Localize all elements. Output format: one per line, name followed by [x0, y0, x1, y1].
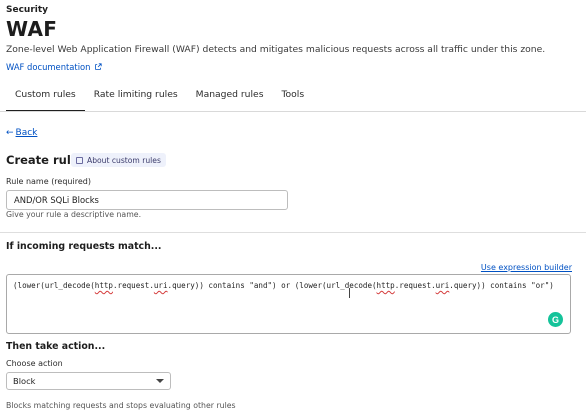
expression-editor[interactable]: (lower(url_decode(http.request.uri.query… — [6, 274, 571, 334]
external-link-icon — [95, 63, 103, 70]
choose-action-label: Choose action — [6, 359, 63, 368]
document-icon — [76, 156, 83, 164]
action-select[interactable]: Block — [6, 372, 171, 390]
about-chip-label: About custom rules — [87, 155, 161, 165]
action-description: Blocks matching requests and stops evalu… — [6, 401, 236, 410]
breadcrumb: Security — [6, 5, 49, 15]
back-label: Back — [15, 128, 38, 138]
rule-name-label: Rule name (required) — [6, 177, 91, 186]
page-description: Zone-level Web Application Firewall (WAF… — [6, 44, 546, 55]
rule-name-hint: Give your rule a descriptive name. — [6, 210, 142, 219]
about-custom-rules-button[interactable]: About custom rules — [71, 153, 166, 167]
text-cursor — [349, 288, 350, 298]
create-rule-title: Create rule — [6, 153, 79, 167]
tab-divider — [0, 111, 586, 112]
expression-text: (lower(url_decode(http.request.uri.query… — [13, 281, 554, 290]
action-heading: Then take action... — [6, 341, 106, 352]
chevron-down-icon — [156, 379, 164, 383]
waf-documentation-link[interactable]: WAF documentation — [6, 62, 103, 72]
page-title: WAF — [6, 17, 58, 41]
tab-custom-rules[interactable]: Custom rules — [6, 82, 85, 112]
tab-bar: Custom rules Rate limiting rules Managed… — [6, 82, 313, 112]
action-select-value: Block — [13, 376, 36, 386]
tab-rate-limiting-rules[interactable]: Rate limiting rules — [85, 82, 187, 112]
back-arrow-icon: ← — [6, 128, 14, 138]
grammarly-icon[interactable]: G — [548, 312, 563, 327]
tab-managed-rules[interactable]: Managed rules — [187, 82, 273, 112]
back-link[interactable]: ← Back — [6, 128, 37, 138]
doc-link-label: WAF documentation — [6, 62, 91, 72]
rule-name-value: AND/OR SQLi Blocks — [14, 195, 99, 205]
tab-tools[interactable]: Tools — [272, 82, 313, 112]
match-heading: If incoming requests match... — [6, 241, 162, 252]
use-expression-builder-link[interactable]: Use expression builder — [481, 263, 572, 272]
section-divider — [0, 232, 586, 233]
rule-name-input[interactable]: AND/OR SQLi Blocks — [6, 190, 288, 210]
